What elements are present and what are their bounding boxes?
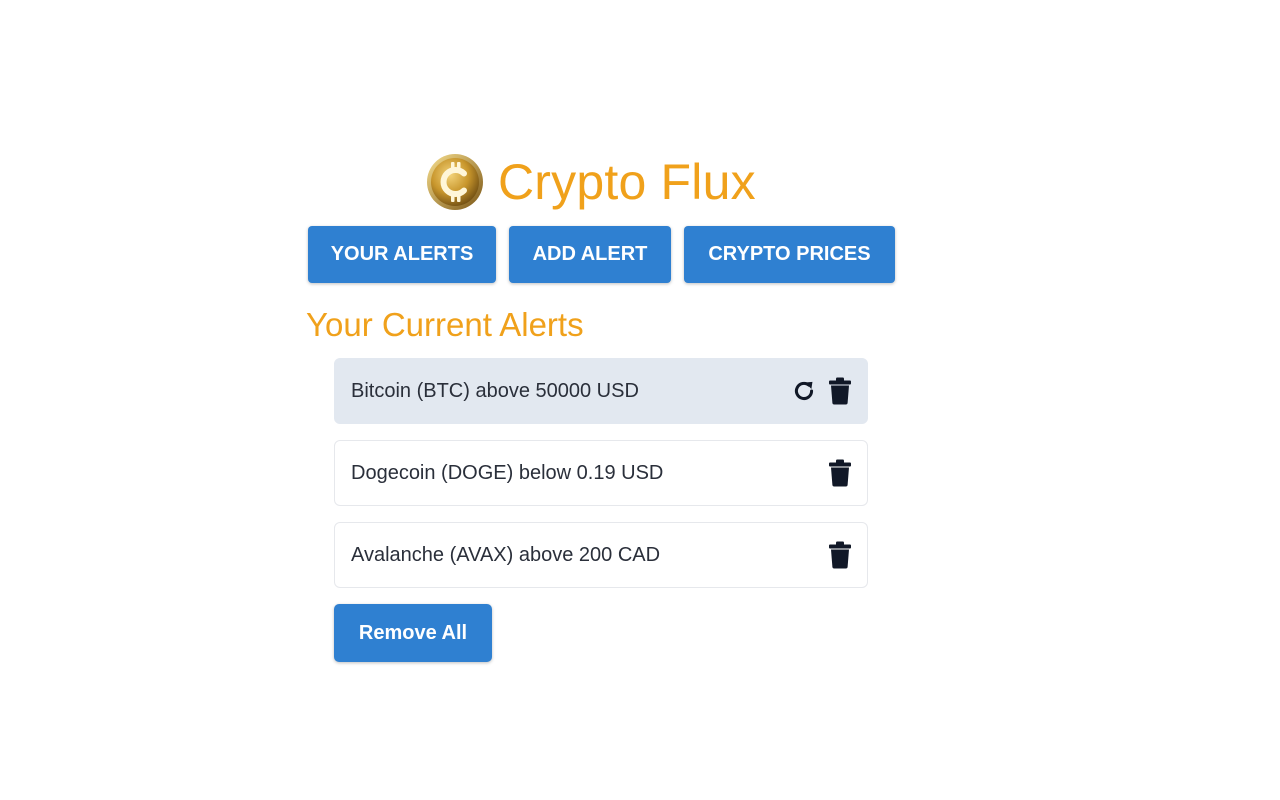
alert-text: Bitcoin (BTC) above 50000 USD xyxy=(351,379,639,402)
trash-icon[interactable] xyxy=(827,458,853,488)
remove-all-button[interactable]: Remove All xyxy=(334,604,492,662)
alert-item[interactable]: Dogecoin (DOGE) below 0.19 USD xyxy=(334,440,868,506)
app-root: Crypto Flux YOUR ALERTS ADD ALERT CRYPTO… xyxy=(0,0,1280,800)
alerts-list: Bitcoin (BTC) above 50000 USD Dogecoin (… xyxy=(334,358,868,604)
alert-item[interactable]: Avalanche (AVAX) above 200 CAD xyxy=(334,522,868,588)
refresh-icon[interactable] xyxy=(791,376,817,406)
alert-item[interactable]: Bitcoin (BTC) above 50000 USD xyxy=(334,358,868,424)
main-nav: YOUR ALERTS ADD ALERT CRYPTO PRICES xyxy=(308,226,895,283)
add-alert-button[interactable]: ADD ALERT xyxy=(509,226,671,283)
alert-text: Avalanche (AVAX) above 200 CAD xyxy=(351,543,661,566)
app-title: Crypto Flux xyxy=(498,154,756,210)
section-title: Your Current Alerts xyxy=(306,306,584,343)
trash-icon[interactable] xyxy=(827,376,853,406)
app-header: Crypto Flux xyxy=(426,150,756,214)
your-alerts-button[interactable]: YOUR ALERTS xyxy=(308,226,496,283)
alert-text: Dogecoin (DOGE) below 0.19 USD xyxy=(351,461,664,484)
crypto-prices-button[interactable]: CRYPTO PRICES xyxy=(684,226,895,283)
bitcoin-coin-logo-icon xyxy=(427,154,483,210)
trash-icon[interactable] xyxy=(827,540,853,570)
